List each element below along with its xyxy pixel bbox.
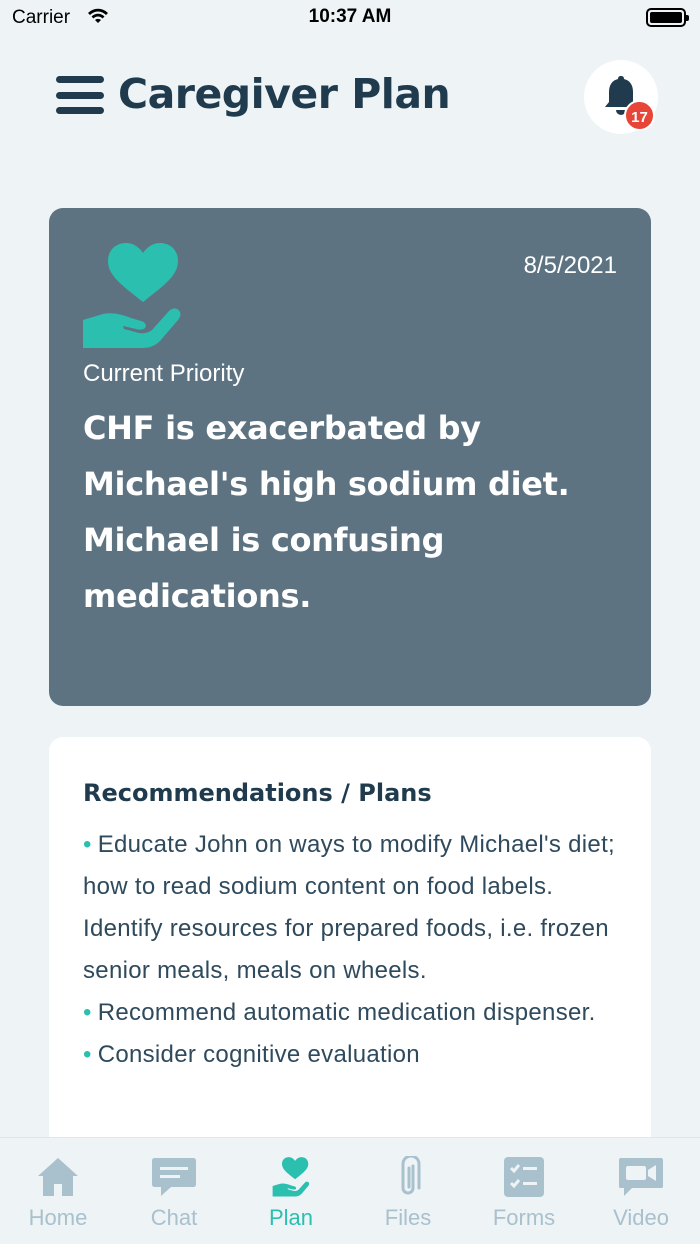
recommendations-card: Recommendations / Plans • Educate John on… <box>49 737 651 1197</box>
tab-label: Forms <box>492 1205 556 1230</box>
checklist-icon <box>466 1156 582 1200</box>
bullet-icon: • <box>83 1041 92 1068</box>
recommendations-title: Recommendations / Plans <box>83 779 432 807</box>
tab-files[interactable]: Files <box>350 1138 466 1244</box>
heart-hand-icon <box>233 1156 349 1200</box>
battery-icon <box>646 8 689 27</box>
chat-icon <box>116 1156 232 1200</box>
list-item-text: Educate John on ways to modify Michael's… <box>83 831 616 984</box>
priority-date: 8/5/2021 <box>523 252 617 279</box>
hamburger-menu-icon[interactable] <box>56 76 104 114</box>
notifications-button[interactable]: 17 <box>584 60 658 134</box>
tab-label: Plan <box>268 1205 314 1230</box>
heart-hand-icon <box>81 240 183 356</box>
priority-label: Current Priority <box>83 360 245 387</box>
notification-badge: 17 <box>624 100 655 131</box>
list-item-text: Recommend automatic medication dispenser… <box>97 999 596 1026</box>
tab-label: Home <box>28 1205 88 1230</box>
video-camera-icon <box>583 1156 699 1200</box>
list-item-text: Consider cognitive evaluation <box>97 1041 420 1068</box>
bullet-icon: • <box>83 999 92 1026</box>
tab-plan[interactable]: Plan <box>233 1138 349 1244</box>
list-item: • Educate John on ways to modify Michael'… <box>83 824 623 992</box>
tab-home[interactable]: Home <box>0 1138 116 1244</box>
bullet-icon: • <box>83 831 92 858</box>
tab-label: Video <box>613 1205 669 1230</box>
recommendations-list: • Educate John on ways to modify Michael'… <box>83 824 623 1076</box>
status-bar: Carrier 10:37 AM <box>0 0 700 36</box>
list-item: • Recommend automatic medication dispense… <box>83 992 623 1034</box>
current-priority-card: 8/5/2021 Current Priority CHF is exacerb… <box>49 208 651 706</box>
page-title: Caregiver Plan <box>118 70 451 118</box>
priority-text: CHF is exacerbated by Michael's high sod… <box>83 409 570 615</box>
list-item: • Consider cognitive evaluation <box>83 1034 623 1076</box>
tab-chat[interactable]: Chat <box>116 1138 232 1244</box>
home-icon <box>0 1156 116 1200</box>
clock: 10:37 AM <box>308 6 392 27</box>
tab-video[interactable]: Video <box>583 1138 699 1244</box>
tab-forms[interactable]: Forms <box>466 1138 582 1244</box>
tab-label: Chat <box>150 1205 198 1230</box>
app-header: Caregiver Plan 17 <box>0 60 700 140</box>
tab-label: Files <box>384 1205 432 1230</box>
bottom-tab-bar: Home Chat Plan Files Forms Video <box>0 1137 700 1244</box>
paperclip-icon <box>350 1156 466 1200</box>
